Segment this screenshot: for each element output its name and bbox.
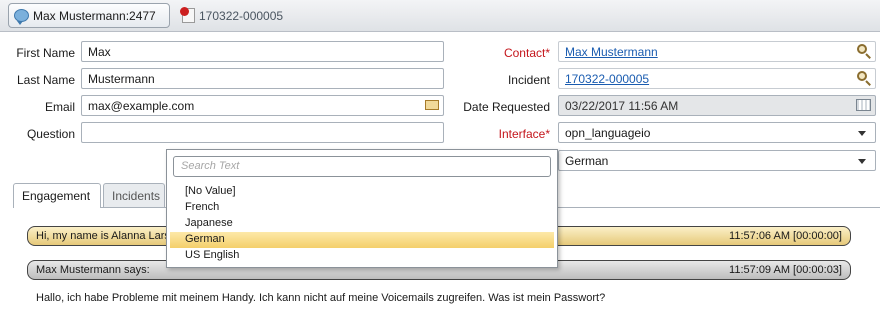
incident-icon [180,7,195,23]
tab-engagement[interactable]: Engagement [13,183,101,208]
incident-field[interactable]: 170322-000005 [558,68,876,89]
language-chevron-down-icon[interactable] [858,159,866,164]
dropdown-option-german[interactable]: German [170,232,554,248]
agent-message-time: 11:57:06 AM [00:00:00] [729,230,842,242]
tab-incidents[interactable]: Incidents [103,183,165,207]
incident-lookup-icon[interactable] [856,70,872,86]
date-requested-label: Date Requested [463,100,550,114]
contact-label-text: Contact [503,46,546,60]
email-label: Email [44,100,75,114]
interface-select[interactable]: opn_languageio [558,122,876,143]
calendar-icon [856,99,871,111]
incident-tab[interactable]: 170322-000005 [180,3,284,28]
chat-session-tab[interactable]: Max Mustermann:2477 [8,3,170,28]
language-select[interactable]: German [558,150,876,171]
date-requested-field: 03/22/2017 11:56 AM [558,95,876,116]
question-field[interactable] [81,122,444,143]
last-name-field[interactable]: Mustermann [81,68,444,89]
question-label: Question [26,127,75,141]
dropdown-option-french[interactable]: French [170,200,554,216]
dropdown-option-no-value[interactable]: [No Value] [170,184,554,200]
language-dropdown: Search Text [No Value] French Japanese G… [166,149,558,268]
interface-label-text: Interface [498,127,546,141]
incident-label: Incident [507,73,550,87]
dropdown-option-japanese[interactable]: Japanese [170,216,554,232]
contact-field[interactable]: Max Mustermann [558,41,876,62]
customer-message-time: 11:57:09 AM [00:00:03] [729,264,842,276]
dropdown-search-input[interactable]: Search Text [173,156,551,177]
interface-chevron-down-icon[interactable] [858,131,866,136]
first-name-field[interactable]: Max [81,41,444,62]
contact-required-marker: * [545,46,550,60]
interface-label: Interface* [460,127,550,141]
email-field[interactable]: max@example.com [81,95,444,116]
envelope-icon[interactable] [425,100,439,110]
contact-label: Contact* [460,46,550,60]
contact-lookup-icon[interactable] [856,43,872,59]
dropdown-options-list: [No Value] French Japanese German US Eng… [170,184,554,264]
last-name-label: Last Name [16,73,75,87]
chat-bubble-icon [14,9,29,25]
customer-message-header: Max Mustermann says: [36,264,150,276]
agent-message-text: Hi, my name is Alanna Lars [36,230,170,242]
dropdown-option-us-english[interactable]: US English [170,248,554,264]
first-name-label: First Name [16,46,75,60]
incident-tab-label: 170322-000005 [199,8,284,23]
interface-required-marker: * [545,127,550,141]
chat-session-tab-label: Max Mustermann:2477 [33,8,156,23]
workspace-tabstrip: Max Mustermann:2477 170322-000005 [0,0,880,32]
customer-message-text: Hallo, ich habe Probleme mit meinem Hand… [36,292,606,304]
